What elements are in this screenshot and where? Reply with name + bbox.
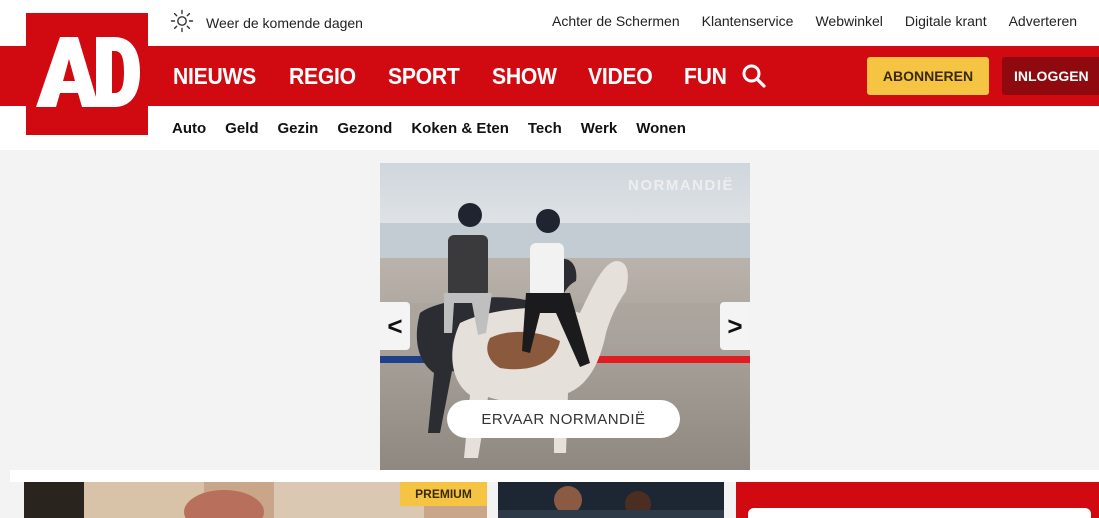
ad-logo[interactable] — [26, 13, 148, 135]
ad-logo-mark — [26, 13, 148, 135]
nav-item-regio[interactable]: REGIO — [289, 63, 356, 90]
top-links: Achter de Schermen Klantenservice Webwin… — [552, 13, 1099, 29]
nav-item-fun[interactable]: FUN — [684, 63, 727, 90]
sub-nav-item-auto[interactable]: Auto — [172, 120, 206, 137]
top-link-achter-de-schermen[interactable]: Achter de Schermen — [552, 13, 680, 29]
article-tile-panel — [748, 508, 1091, 518]
sub-nav-item-gezin[interactable]: Gezin — [278, 120, 319, 137]
article-tile-image — [498, 482, 724, 518]
article-tile-red[interactable] — [736, 482, 1099, 518]
subscribe-button[interactable]: ABONNEREN — [867, 57, 989, 95]
top-utility-bar: Weer de komende dagen Achter de Schermen… — [0, 0, 1099, 46]
main-menu: NIEUWS REGIO SPORT SHOW VIDEO FUN — [173, 46, 756, 106]
login-button[interactable]: INLOGGEN — [1002, 57, 1099, 95]
content-divider — [10, 470, 1099, 482]
sub-nav-item-gezond[interactable]: Gezond — [337, 120, 392, 137]
chevron-right-icon: > — [727, 310, 743, 341]
ad-banner[interactable]: NORMANDIË < > ERVAAR NORMANDIË — [380, 163, 750, 470]
sub-nav-item-wonen[interactable]: Wonen — [636, 120, 686, 137]
chevron-left-icon: < — [387, 310, 403, 341]
top-link-adverteren[interactable]: Adverteren — [1009, 13, 1077, 29]
premium-badge: PREMIUM — [400, 482, 487, 506]
sub-nav-item-werk[interactable]: Werk — [581, 120, 617, 137]
nav-item-video[interactable]: VIDEO — [588, 63, 653, 90]
nav-item-show[interactable]: SHOW — [492, 63, 557, 90]
top-link-digitale-krant[interactable]: Digitale krant — [905, 13, 987, 29]
article-tile-sport[interactable] — [498, 482, 724, 518]
sub-nav-item-geld[interactable]: Geld — [225, 120, 258, 137]
nav-item-sport[interactable]: SPORT — [388, 63, 460, 90]
ad-label-normandie: NORMANDIË — [628, 177, 734, 194]
nav-item-nieuws[interactable]: NIEUWS — [173, 63, 256, 90]
search-icon — [742, 64, 766, 88]
sun-icon — [170, 9, 194, 38]
main-nav: NIEUWS REGIO SPORT SHOW VIDEO FUN ABONNE… — [0, 46, 1099, 106]
ad-prev-button[interactable]: < — [380, 302, 410, 350]
weather-label: Weer de komende dagen — [206, 15, 363, 31]
weather-link[interactable]: Weer de komende dagen — [170, 9, 363, 38]
ad-next-button[interactable]: > — [720, 302, 750, 350]
sub-nav: Auto Geld Gezin Gezond Koken & Eten Tech… — [0, 106, 1099, 150]
sub-nav-links: Auto Geld Gezin Gezond Koken & Eten Tech… — [172, 120, 705, 137]
top-link-klantenservice[interactable]: Klantenservice — [702, 13, 794, 29]
sub-nav-item-koken-eten[interactable]: Koken & Eten — [411, 120, 509, 137]
sub-nav-item-tech[interactable]: Tech — [528, 120, 562, 137]
search-button[interactable] — [740, 62, 768, 90]
ad-cta-button[interactable]: ERVAAR NORMANDIË — [447, 400, 680, 438]
top-link-webwinkel[interactable]: Webwinkel — [815, 13, 882, 29]
